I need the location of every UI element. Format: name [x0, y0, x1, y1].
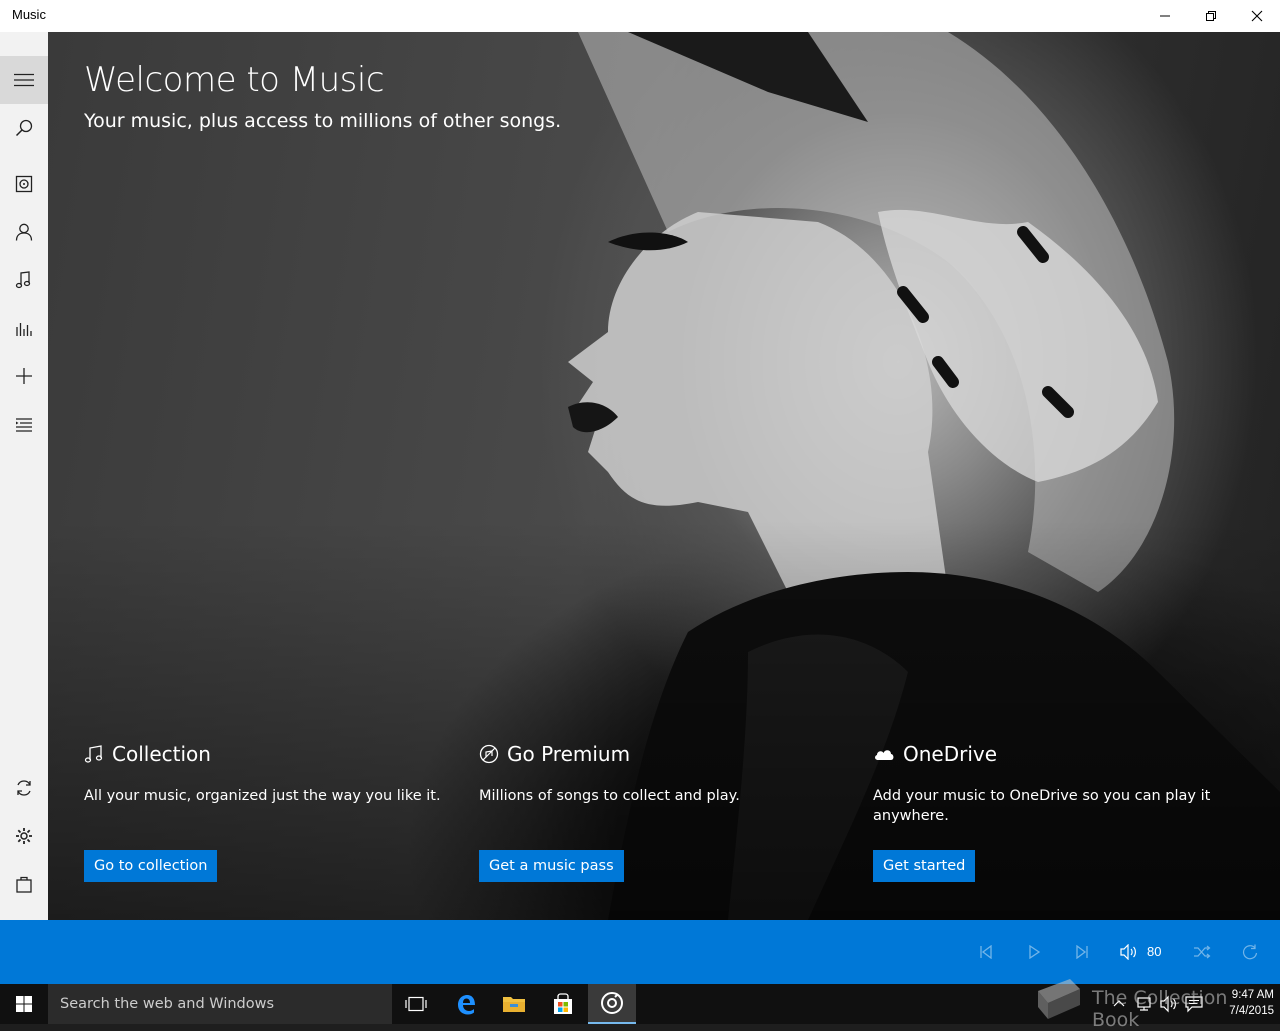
nav-search[interactable]: [0, 104, 48, 152]
collection-card: Collection All your music, organized jus…: [84, 740, 444, 882]
window-title: Music: [12, 7, 46, 22]
card-description: All your music, organized just the way y…: [84, 788, 441, 804]
task-view-button[interactable]: [392, 984, 440, 1024]
card-title: OneDrive: [903, 742, 998, 766]
store-icon: [16, 876, 32, 893]
page-subtitle: Your music, plus access to millions of o…: [84, 110, 562, 132]
volume-level: 80: [1147, 944, 1162, 959]
artists-icon: [15, 223, 33, 241]
songs-icon: [15, 271, 31, 289]
premium-icon: [479, 744, 499, 764]
next-button[interactable]: [1070, 940, 1094, 964]
nav-playlists[interactable]: [0, 400, 48, 448]
windows-logo-icon: [16, 996, 32, 1012]
file-explorer-button[interactable]: [490, 984, 538, 1024]
restore-button[interactable]: [1188, 0, 1234, 32]
nav-settings[interactable]: [0, 812, 48, 860]
book-logo-icon: [1038, 979, 1080, 1019]
nav-albums[interactable]: [0, 160, 48, 208]
nav-songs[interactable]: [0, 256, 48, 304]
minimize-icon: [1160, 15, 1170, 17]
store-taskbar-button[interactable]: [539, 984, 587, 1024]
onedrive-card: OneDrive Add your music to OneDrive so y…: [873, 740, 1233, 882]
taskbar-search-box[interactable]: Search the web and Windows: [48, 984, 392, 1024]
cloud-icon: [875, 750, 894, 760]
now-playing-icon: [16, 323, 32, 336]
settings-icon: [16, 828, 32, 844]
close-button[interactable]: [1234, 0, 1280, 32]
card-description: Add your music to OneDrive so you can pl…: [873, 788, 1211, 824]
card-title: Go Premium: [507, 742, 631, 766]
nav-artists[interactable]: [0, 208, 48, 256]
card-description: Millions of songs to collect and play.: [479, 788, 740, 804]
watermark-text: The Collection Book: [1092, 987, 1228, 1031]
nav-new-playlist[interactable]: [0, 352, 48, 400]
hamburger-menu-icon: [14, 73, 34, 87]
card-title: Collection: [112, 742, 211, 766]
nav-now-playing[interactable]: [0, 304, 48, 352]
repeat-button[interactable]: [1238, 940, 1262, 964]
get-music-pass-button[interactable]: Get a music pass: [479, 850, 624, 882]
groove-music-taskbar-button[interactable]: [588, 984, 636, 1024]
minimize-button[interactable]: [1142, 0, 1188, 32]
groove-music-icon: [601, 992, 623, 1014]
hamburger-menu-button[interactable]: [0, 56, 48, 104]
nav-rail: [0, 32, 48, 920]
close-icon: [1251, 10, 1263, 22]
shuffle-icon: [1194, 945, 1211, 959]
search-icon: [15, 119, 33, 137]
edge-button[interactable]: [442, 984, 490, 1024]
repeat-icon: [1243, 944, 1258, 960]
play-button[interactable]: [1022, 940, 1046, 964]
music-note-icon: [84, 745, 103, 763]
file-explorer-icon: [503, 997, 525, 1012]
store-icon: [554, 993, 572, 1014]
welcome-hero: Welcome to Music Your music, plus access…: [48, 32, 1280, 920]
watermark: The Collection Book: [1030, 975, 1280, 1031]
next-icon: [1076, 945, 1088, 959]
go-to-collection-button[interactable]: Go to collection: [84, 850, 218, 882]
nav-sync[interactable]: [0, 764, 48, 812]
sync-icon: [17, 780, 31, 796]
playlists-icon: [16, 418, 32, 432]
volume-button[interactable]: [1117, 940, 1141, 964]
albums-icon: [15, 175, 33, 193]
new-playlist-icon: [16, 368, 32, 384]
get-started-button[interactable]: Get started: [873, 850, 976, 882]
volume-icon: [1120, 944, 1136, 960]
edge-icon: [458, 995, 475, 1015]
page-title: Welcome to Music: [84, 60, 385, 100]
go-premium-card: Go Premium Millions of songs to collect …: [479, 740, 839, 882]
start-button[interactable]: [0, 984, 48, 1024]
nav-store[interactable]: [0, 860, 48, 908]
previous-icon: [980, 945, 992, 959]
shuffle-button[interactable]: [1190, 940, 1214, 964]
play-icon: [1029, 945, 1041, 959]
restore-icon: [1206, 11, 1216, 21]
title-bar: Music: [0, 0, 1280, 32]
previous-button[interactable]: [974, 940, 998, 964]
task-view-icon: [405, 996, 427, 1012]
